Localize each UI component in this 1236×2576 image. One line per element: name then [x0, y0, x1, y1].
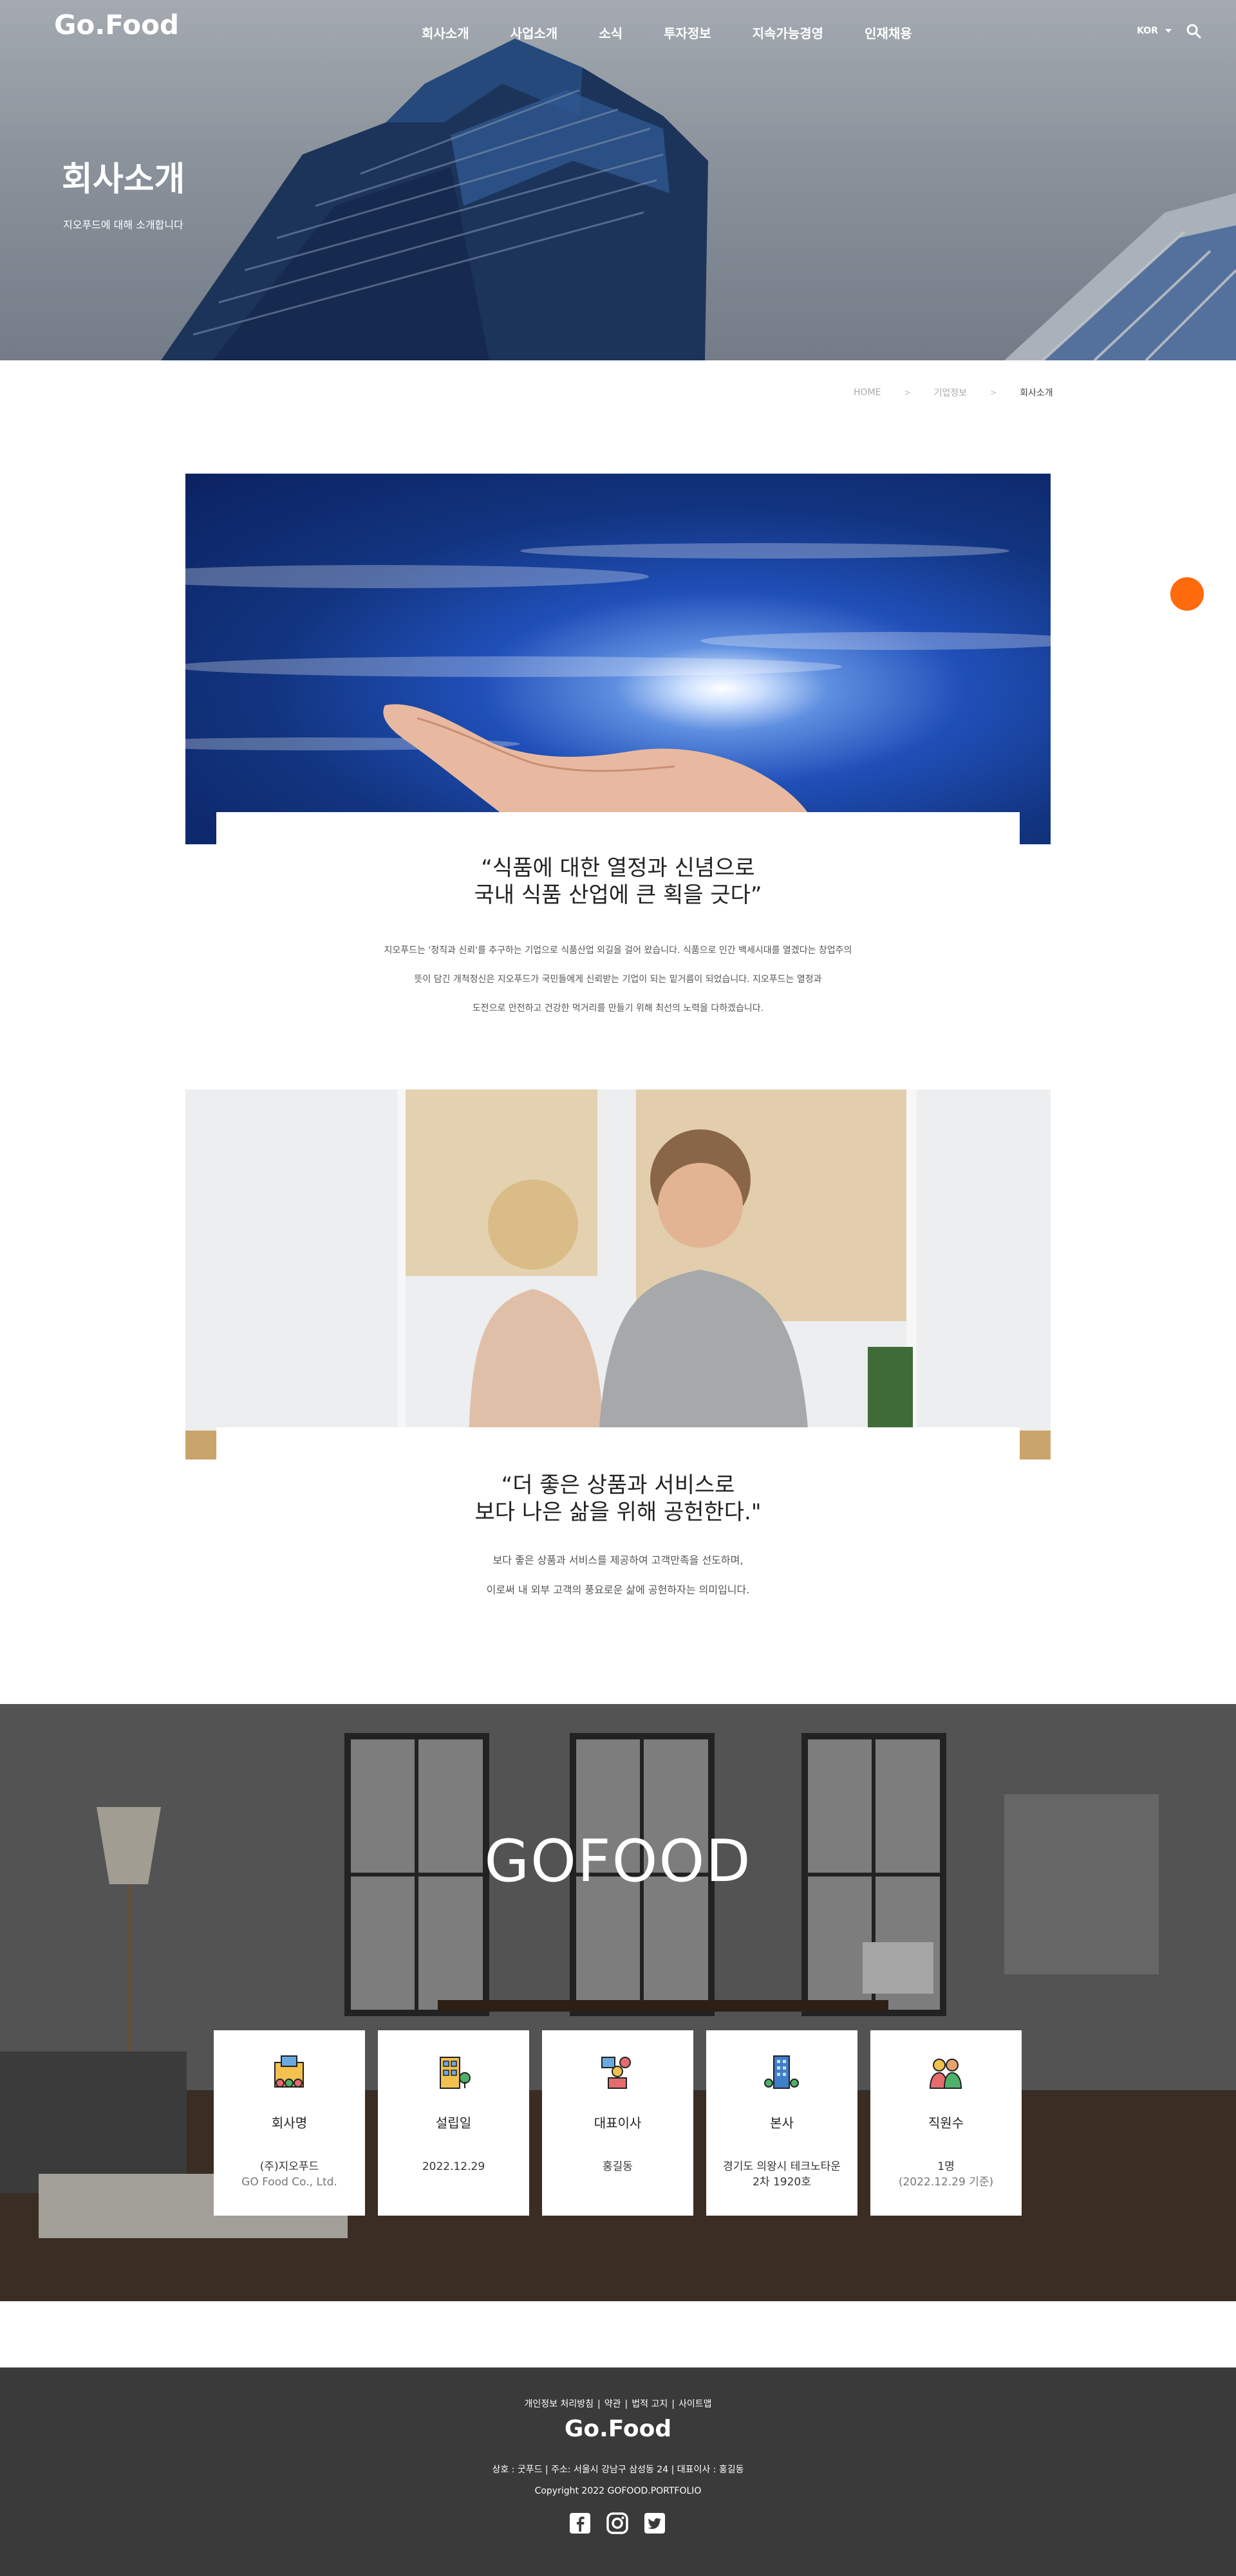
chevron-down-icon	[1165, 29, 1172, 33]
info-card-label: 설립일	[435, 2115, 472, 2131]
couple-illustration	[185, 1089, 1051, 1459]
info-card-label: 회사명	[271, 2115, 308, 2131]
hand-light-illustration	[185, 543, 1051, 844]
instagram-icon[interactable]	[606, 2512, 628, 2534]
footer-links: 개인정보 처리방침 | 약관 | 법적 고지 | 사이트맵	[0, 2397, 1236, 2410]
ceo-desk-icon	[601, 2057, 631, 2089]
info-card-subvalue: (2022.12.29 기준)	[898, 2176, 994, 2189]
language-label: KOR	[1137, 26, 1158, 36]
company-info-cards: 회사명 (주)지오푸드 GO Food Co., Ltd. 설립일 2022.1…	[214, 2030, 1035, 2216]
page-subtitle: 지오푸드에 대해 소개합니다	[63, 219, 183, 231]
nav-company[interactable]: 회사소개	[422, 23, 469, 42]
company-buildings-icon	[274, 2055, 304, 2088]
nav-news[interactable]: 소식	[599, 23, 623, 42]
footer-logo[interactable]: Go.Food	[0, 2416, 1236, 2442]
section1-heading-line1: “식품에 대한 열정과 신념으로	[481, 855, 755, 881]
footer-link-separator: |	[624, 2399, 628, 2409]
footer-link-separator: |	[597, 2399, 601, 2409]
breadcrumb: HOME > 기업정보 > 회사소개	[854, 386, 1053, 399]
footer-copyright: Copyright 2022 GOFOOD.PORTFOLIO	[534, 2486, 702, 2496]
hand-light-image	[185, 474, 1051, 844]
nav-investment[interactable]: 투자정보	[664, 23, 711, 42]
info-card-value: (주)지오푸드	[259, 2160, 319, 2173]
info-card-value: 경기도 의왕시 테크노타운	[723, 2160, 841, 2173]
breadcrumb-current: 회사소개	[1020, 388, 1053, 398]
breadcrumb-corp-info[interactable]: 기업정보	[934, 386, 968, 399]
site-logo[interactable]: Go.Food	[54, 9, 179, 41]
info-card-ceo: 대표이사 홍길동	[542, 2030, 693, 2216]
info-card-subvalue: GO Food Co., Ltd.	[241, 2176, 337, 2189]
footer-link-separator: |	[671, 2399, 675, 2409]
site-footer: 개인정보 처리방침 | 약관 | 법적 고지 | 사이트맵 Go.Food 상호 : 굿푸드…	[0, 2368, 1236, 2576]
section2-heading-line2: 보다 나은 삶을 위해 공헌한다."	[474, 1499, 762, 1525]
section2-body-line2: 이로써 내 외부 고객의 풍요로운 삶에 공헌하자는 의미입니다.	[486, 1584, 750, 1596]
hero-banner: Go.Food 회사소개 사업소개 소식 투자정보 지속가능경영 인재채용 KO…	[0, 0, 1236, 360]
nav-recruit[interactable]: 인재채용	[865, 23, 912, 42]
couple-image	[185, 1089, 1051, 1459]
footer-link-terms[interactable]: 약관	[604, 2399, 621, 2409]
footer-link-legal[interactable]: 법적 고지	[632, 2399, 668, 2409]
section2-body-line1: 보다 좋은 상품과 서비스를 제공하여 고객만족을 선도하며,	[492, 1554, 744, 1566]
breadcrumb-separator: >	[990, 388, 997, 397]
employees-icon	[929, 2059, 962, 2089]
footer-company-info: 상호 : 굿푸드 | 주소: 서울시 강남구 삼성동 24 | 대표이사 : 홍…	[492, 2465, 744, 2475]
info-card-value: 1명	[937, 2160, 955, 2173]
info-card-value: 2022.12.29	[422, 2160, 485, 2173]
info-card-value: 홍길동	[603, 2160, 633, 2173]
section1-heading-line2: 국내 식품 산업에 큰 획을 긋다”	[474, 882, 762, 908]
page-title: 회사소개	[62, 160, 185, 199]
info-card-founded: 설립일 2022.12.29	[378, 2030, 529, 2216]
facebook-icon[interactable]	[569, 2512, 591, 2534]
floating-action-button[interactable]	[1170, 577, 1204, 611]
nav-business[interactable]: 사업소개	[510, 23, 558, 42]
nav-sustainability[interactable]: 지속가능경영	[753, 23, 823, 42]
info-card-label: 직원수	[928, 2115, 964, 2131]
language-selector[interactable]: KOR	[1137, 26, 1172, 36]
main-nav: 회사소개 사업소개 소식 투자정보 지속가능경영 인재채용	[422, 23, 953, 42]
headquarters-tower-icon	[764, 2055, 799, 2089]
footer-link-privacy[interactable]: 개인정보 처리방침	[525, 2399, 594, 2409]
section1-body-line3: 도전으로 안전하고 건강한 먹거리를 만들기 위해 최선의 노력을 다하겠습니다…	[472, 1003, 764, 1014]
footer-link-sitemap[interactable]: 사이트맵	[679, 2399, 712, 2409]
info-card-company-name: 회사명 (주)지오푸드 GO Food Co., Ltd.	[214, 2030, 365, 2216]
info-card-label: 본사	[770, 2115, 794, 2131]
info-card-headquarters: 본사 경기도 의왕시 테크노타운 2차 1920호	[706, 2030, 857, 2216]
breadcrumb-home[interactable]: HOME	[854, 387, 881, 398]
section1-body: 지오푸드는 '정직과 신뢰'를 추구하는 기업으로 식품산업 외길을 걸어 왔습…	[0, 936, 1236, 1023]
brand-heading: GOFOOD	[484, 1828, 752, 1895]
search-icon[interactable]	[1186, 23, 1201, 39]
section1-heading: “식품에 대한 열정과 신념으로 국내 식품 산업에 큰 획을 긋다”	[0, 855, 1236, 909]
top-navigation: Go.Food 회사소개 사업소개 소식 투자정보 지속가능경영 인재채용 KO…	[0, 0, 1236, 61]
info-card-subvalue: 2차 1920호	[753, 2176, 811, 2189]
section2-heading: “더 좋은 상품과 서비스로 보다 나은 삶을 위해 공헌한다."	[0, 1472, 1236, 1526]
section2-heading-line1: “더 좋은 상품과 서비스로	[501, 1472, 735, 1498]
social-links	[569, 2512, 681, 2534]
info-card-employees: 직원수 1명 (2022.12.29 기준)	[870, 2030, 1022, 2216]
section1-body-line2: 뜻이 담긴 개척정신은 지오푸드가 국민들에게 신뢰받는 기업이 되는 밑거름이…	[414, 974, 822, 985]
section2-body: 보다 좋은 상품과 서비스를 제공하여 고객만족을 선도하며, 이로써 내 외부…	[0, 1546, 1236, 1605]
breadcrumb-separator: >	[904, 388, 911, 397]
building-tree-icon	[440, 2057, 471, 2089]
twitter-icon[interactable]	[644, 2512, 666, 2534]
section1-body-line1: 지오푸드는 '정직과 신뢰'를 추구하는 기업으로 식품산업 외길을 걸어 왔습…	[384, 945, 852, 956]
info-card-label: 대표이사	[594, 2115, 642, 2131]
